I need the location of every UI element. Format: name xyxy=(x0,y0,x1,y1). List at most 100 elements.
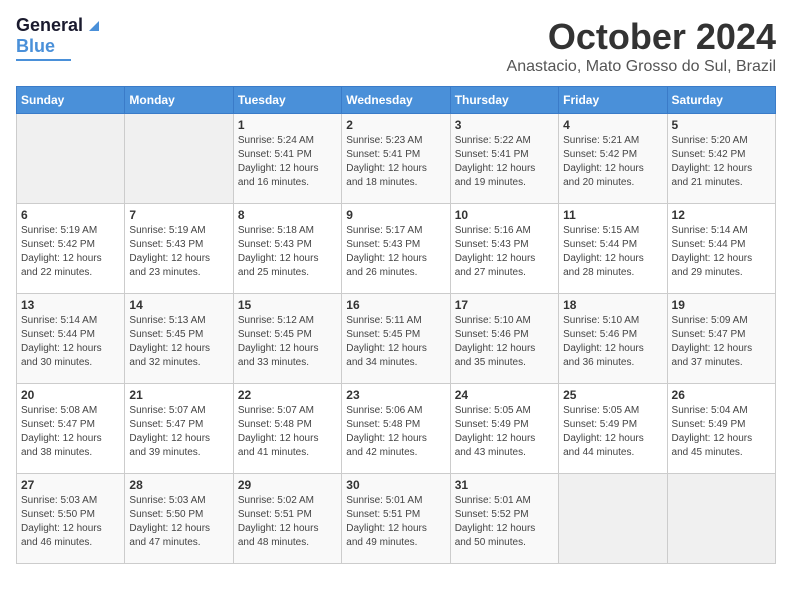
calendar-cell: 1 Sunrise: 5:24 AMSunset: 5:41 PMDaylight… xyxy=(233,114,341,204)
calendar-week-row: 20Sunrise: 5:08 AMSunset: 5:47 PMDayligh… xyxy=(17,384,776,474)
day-number: 30 xyxy=(346,478,445,492)
day-info: Sunrise: 5:20 AMSunset: 5:42 PMDaylight:… xyxy=(672,134,771,190)
calendar-cell: 11 Sunrise: 5:15 AMSunset: 5:44 PMDayligh… xyxy=(559,204,667,294)
day-number: 17 xyxy=(455,298,554,312)
calendar-cell: 26 Sunrise: 5:04 AMSunset: 5:49 PMDayligh… xyxy=(667,384,775,474)
logo-triangle-icon xyxy=(85,17,103,35)
calendar-cell: 13 Sunrise: 5:14 AMSunset: 5:44 PMDayligh… xyxy=(17,294,125,384)
day-number: 2 xyxy=(346,118,445,132)
month-title: October 2024 xyxy=(507,16,776,58)
calendar-cell: 29 Sunrise: 5:02 AMSunset: 5:51 PMDayligh… xyxy=(233,474,341,564)
day-info: Sunrise: 5:06 AMSunset: 5:48 PMDaylight:… xyxy=(346,404,445,460)
calendar-cell xyxy=(125,114,233,204)
day-info: Sunrise: 5:02 AMSunset: 5:51 PMDaylight:… xyxy=(238,494,337,550)
day-info: Sunrise: 5:23 AMSunset: 5:41 PMDaylight:… xyxy=(346,134,445,190)
calendar-cell: 4 Sunrise: 5:21 AMSunset: 5:42 PMDaylight… xyxy=(559,114,667,204)
day-info: Sunrise: 5:12 AMSunset: 5:45 PMDaylight:… xyxy=(238,314,337,370)
day-number: 18 xyxy=(563,298,662,312)
calendar-week-row: 27 Sunrise: 5:03 AMSunset: 5:50 PMDayligh… xyxy=(17,474,776,564)
page-header: General Blue October 2024 Anastacio, Mat… xyxy=(16,16,776,76)
location-title: Anastacio, Mato Grosso do Sul, Brazil xyxy=(507,58,776,76)
calendar-cell: 25 Sunrise: 5:05 AMSunset: 5:49 PMDayligh… xyxy=(559,384,667,474)
day-number: 29 xyxy=(238,478,337,492)
calendar-day-header: Thursday xyxy=(450,87,558,114)
day-info: Sunrise: 5:22 AMSunset: 5:41 PMDaylight:… xyxy=(455,134,554,190)
day-info: Sunrise: 5:21 AMSunset: 5:42 PMDaylight:… xyxy=(563,134,662,190)
logo-underline xyxy=(16,59,71,61)
calendar-cell: 18 Sunrise: 5:10 AMSunset: 5:46 PMDayligh… xyxy=(559,294,667,384)
calendar-day-header: Sunday xyxy=(17,87,125,114)
day-info: Sunrise: 5:03 AMSunset: 5:50 PMDaylight:… xyxy=(129,494,228,550)
day-number: 15 xyxy=(238,298,337,312)
calendar-day-header: Saturday xyxy=(667,87,775,114)
logo: General Blue xyxy=(16,16,103,61)
day-info: Sunrise: 5:19 AMSunset: 5:42 PMDaylight:… xyxy=(21,224,120,280)
calendar-cell: 17 Sunrise: 5:10 AMSunset: 5:46 PMDayligh… xyxy=(450,294,558,384)
calendar-cell: 10 Sunrise: 5:16 AMSunset: 5:43 PMDayligh… xyxy=(450,204,558,294)
calendar-cell: 16Sunrise: 5:11 AMSunset: 5:45 PMDayligh… xyxy=(342,294,450,384)
calendar-header-row: SundayMondayTuesdayWednesdayThursdayFrid… xyxy=(17,87,776,114)
day-info: Sunrise: 5:07 AMSunset: 5:48 PMDaylight:… xyxy=(238,404,337,460)
day-info: Sunrise: 5:01 AMSunset: 5:51 PMDaylight:… xyxy=(346,494,445,550)
day-info: Sunrise: 5:14 AMSunset: 5:44 PMDaylight:… xyxy=(672,224,771,280)
day-number: 21 xyxy=(129,388,228,402)
day-number: 27 xyxy=(21,478,120,492)
calendar-week-row: 13 Sunrise: 5:14 AMSunset: 5:44 PMDayligh… xyxy=(17,294,776,384)
day-info: Sunrise: 5:24 AMSunset: 5:41 PMDaylight:… xyxy=(238,134,337,190)
day-number: 26 xyxy=(672,388,771,402)
day-number: 11 xyxy=(563,208,662,222)
calendar-cell: 6 Sunrise: 5:19 AMSunset: 5:42 PMDaylight… xyxy=(17,204,125,294)
calendar-cell: 5Sunrise: 5:20 AMSunset: 5:42 PMDaylight… xyxy=(667,114,775,204)
day-number: 12 xyxy=(672,208,771,222)
calendar-cell xyxy=(17,114,125,204)
title-area: October 2024 Anastacio, Mato Grosso do S… xyxy=(507,16,776,76)
day-number: 4 xyxy=(563,118,662,132)
calendar-cell: 7Sunrise: 5:19 AMSunset: 5:43 PMDaylight… xyxy=(125,204,233,294)
logo-blue-text: Blue xyxy=(16,36,55,57)
day-number: 23 xyxy=(346,388,445,402)
day-number: 7 xyxy=(129,208,228,222)
day-info: Sunrise: 5:14 AMSunset: 5:44 PMDaylight:… xyxy=(21,314,120,370)
day-number: 19 xyxy=(672,298,771,312)
day-number: 8 xyxy=(238,208,337,222)
calendar-day-header: Wednesday xyxy=(342,87,450,114)
calendar-cell: 21Sunrise: 5:07 AMSunset: 5:47 PMDayligh… xyxy=(125,384,233,474)
day-number: 22 xyxy=(238,388,337,402)
day-number: 6 xyxy=(21,208,120,222)
day-number: 14 xyxy=(129,298,228,312)
day-info: Sunrise: 5:09 AMSunset: 5:47 PMDaylight:… xyxy=(672,314,771,370)
day-number: 13 xyxy=(21,298,120,312)
day-number: 20 xyxy=(21,388,120,402)
day-number: 10 xyxy=(455,208,554,222)
calendar-week-row: 6 Sunrise: 5:19 AMSunset: 5:42 PMDaylight… xyxy=(17,204,776,294)
calendar-cell: 30 Sunrise: 5:01 AMSunset: 5:51 PMDayligh… xyxy=(342,474,450,564)
day-number: 1 xyxy=(238,118,337,132)
calendar-cell: 20Sunrise: 5:08 AMSunset: 5:47 PMDayligh… xyxy=(17,384,125,474)
day-number: 28 xyxy=(129,478,228,492)
calendar-cell: 8Sunrise: 5:18 AMSunset: 5:43 PMDaylight… xyxy=(233,204,341,294)
calendar-cell: 15 Sunrise: 5:12 AMSunset: 5:45 PMDayligh… xyxy=(233,294,341,384)
calendar-day-header: Friday xyxy=(559,87,667,114)
calendar-cell: 22 Sunrise: 5:07 AMSunset: 5:48 PMDayligh… xyxy=(233,384,341,474)
calendar-day-header: Tuesday xyxy=(233,87,341,114)
day-info: Sunrise: 5:10 AMSunset: 5:46 PMDaylight:… xyxy=(455,314,554,370)
calendar-cell: 27 Sunrise: 5:03 AMSunset: 5:50 PMDayligh… xyxy=(17,474,125,564)
day-info: Sunrise: 5:04 AMSunset: 5:49 PMDaylight:… xyxy=(672,404,771,460)
calendar-cell: 28 Sunrise: 5:03 AMSunset: 5:50 PMDayligh… xyxy=(125,474,233,564)
day-info: Sunrise: 5:05 AMSunset: 5:49 PMDaylight:… xyxy=(563,404,662,460)
calendar-cell: 19 Sunrise: 5:09 AMSunset: 5:47 PMDayligh… xyxy=(667,294,775,384)
day-info: Sunrise: 5:15 AMSunset: 5:44 PMDaylight:… xyxy=(563,224,662,280)
day-number: 9 xyxy=(346,208,445,222)
day-number: 31 xyxy=(455,478,554,492)
calendar-cell: 3Sunrise: 5:22 AMSunset: 5:41 PMDaylight… xyxy=(450,114,558,204)
calendar-cell: 12 Sunrise: 5:14 AMSunset: 5:44 PMDayligh… xyxy=(667,204,775,294)
calendar-cell: 31Sunrise: 5:01 AMSunset: 5:52 PMDayligh… xyxy=(450,474,558,564)
day-info: Sunrise: 5:03 AMSunset: 5:50 PMDaylight:… xyxy=(21,494,120,550)
day-info: Sunrise: 5:16 AMSunset: 5:43 PMDaylight:… xyxy=(455,224,554,280)
day-number: 25 xyxy=(563,388,662,402)
calendar-cell: 2 Sunrise: 5:23 AMSunset: 5:41 PMDaylight… xyxy=(342,114,450,204)
logo-general-text: General xyxy=(16,16,83,36)
calendar-cell: 9Sunrise: 5:17 AMSunset: 5:43 PMDaylight… xyxy=(342,204,450,294)
day-info: Sunrise: 5:10 AMSunset: 5:46 PMDaylight:… xyxy=(563,314,662,370)
calendar-day-header: Monday xyxy=(125,87,233,114)
